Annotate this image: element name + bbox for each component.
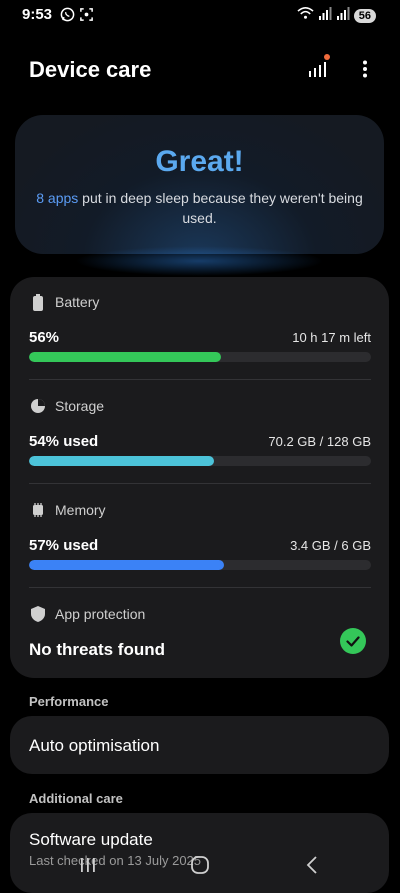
status-left-icons [60,7,94,27]
shield-icon [29,605,47,623]
battery-level-badge: 56 [353,8,376,23]
summary-card: Great! 8 apps put in deep sleep because … [15,115,384,276]
diagnostics-icon[interactable] [306,54,330,80]
storage-progress-bar [29,456,371,466]
memory-usage: 3.4 GB / 6 GB [290,538,371,553]
storage-row: 54% used 70.2 GB / 128 GB [29,433,371,450]
status-bar: 9:53 56 [0,0,400,32]
recent-apps-icon[interactable] [73,852,103,878]
storage-value: 54% used [29,433,99,450]
more-options-icon[interactable] [354,58,376,80]
divider [29,483,371,484]
check-circle-icon [340,628,366,654]
battery-label: Battery [55,294,100,310]
app-protection-status[interactable]: No threats found [29,640,165,660]
memory-label: Memory [55,502,106,518]
battery-progress-bar [29,352,371,362]
memory-chip-icon [29,501,47,519]
battery-progress-fill [29,352,221,362]
battery-row: 56% 10 h 17 m left [29,329,371,346]
memory-value: 57% used [29,537,99,554]
storage-header: Storage [29,397,371,415]
divider [29,587,371,588]
battery-section[interactable]: Battery 56% 10 h 17 m left [29,293,371,379]
memory-section[interactable]: Memory 57% used 3.4 GB / 6 GB [29,501,371,587]
wifi-icon [297,6,314,25]
summary-message-text: put in deep sleep because they weren't b… [78,190,363,226]
storage-section[interactable]: Storage 54% used 70.2 GB / 128 GB [29,397,371,483]
header-actions [306,54,376,80]
memory-header: Memory [29,501,371,519]
storage-usage: 70.2 GB / 128 GB [268,434,371,449]
page-title: Device care [29,57,152,82]
navigation-bar [0,840,400,888]
memory-progress-fill [29,560,224,570]
signal-icon [318,6,332,25]
signal-icon [336,6,350,25]
summary-title: Great! [155,145,244,178]
summary-message: 8 apps put in deep sleep because they we… [35,188,364,228]
app-protection-header: App protection [29,605,371,623]
screenshot-icon [79,7,94,27]
battery-value: 56% [29,329,60,346]
memory-progress-bar [29,560,371,570]
performance-section-label: Performance [29,694,109,709]
status-time: 9:53 [22,6,53,23]
divider [29,379,371,380]
battery-header: Battery [29,293,371,311]
memory-row: 57% used 3.4 GB / 6 GB [29,537,371,554]
app-protection-label: App protection [55,606,146,622]
deep-sleep-apps-link[interactable]: 8 apps [36,190,78,206]
status-right: 56 [297,6,376,25]
back-icon[interactable] [297,852,327,878]
notification-dot [324,54,330,60]
storage-label: Storage [55,398,105,414]
home-icon[interactable] [185,852,215,878]
battery-time-left: 10 h 17 m left [292,330,371,345]
app-protection-header-section: App protection [29,605,371,625]
additional-care-section-label: Additional care [29,791,123,806]
device-status-card: Battery 56% 10 h 17 m left Storage 54% u… [10,277,389,678]
auto-optimisation-item[interactable]: Auto optimisation [10,716,389,774]
whatsapp-icon [60,7,75,27]
battery-icon [29,293,47,311]
storage-progress-fill [29,456,214,466]
pie-chart-icon [29,397,47,415]
auto-optimisation-label: Auto optimisation [29,736,160,755]
